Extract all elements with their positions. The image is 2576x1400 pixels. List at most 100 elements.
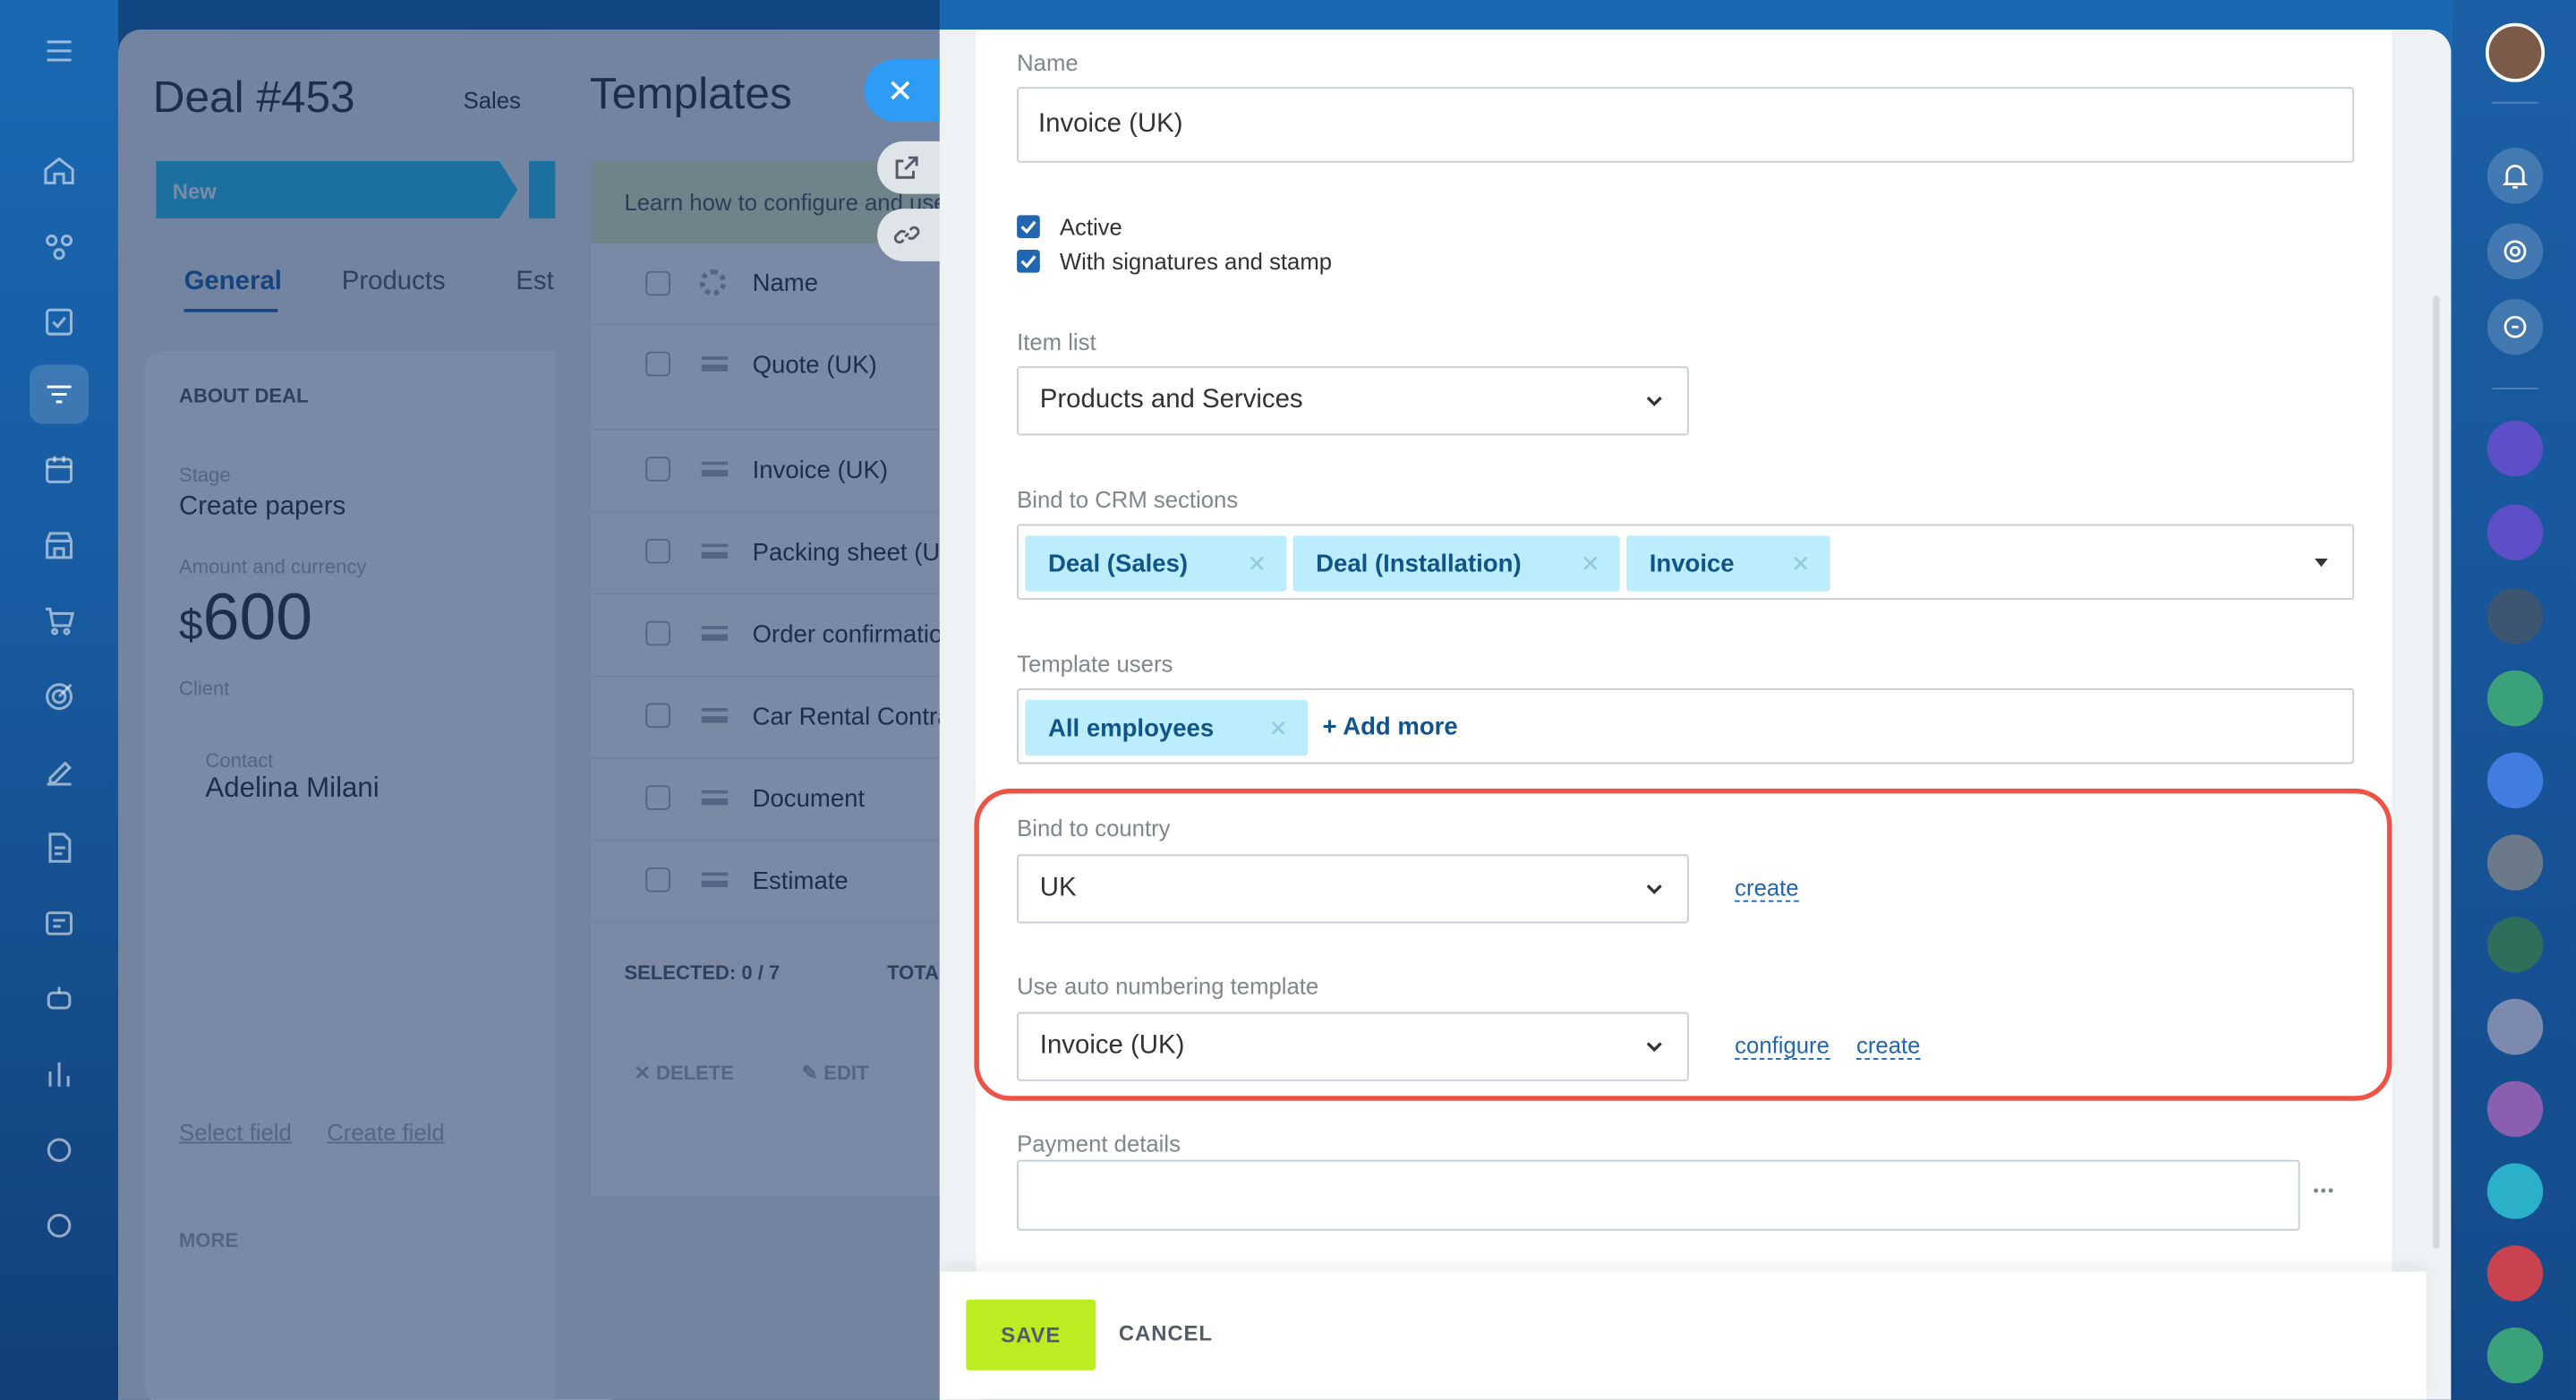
row-checkbox[interactable] [645,620,670,646]
drag-handle-icon[interactable] [701,543,729,559]
gear-icon[interactable] [699,269,727,296]
stage-new[interactable]: New [156,160,518,219]
remove-tag-icon[interactable]: ✕ [1268,714,1288,742]
user-tag[interactable]: All employees ✕ [1025,699,1308,756]
menu-icon[interactable] [30,21,89,81]
template-name[interactable]: Invoice (UK) [753,457,888,484]
contact-name[interactable]: Adelina Milani [205,773,379,806]
filter-icon[interactable] [30,364,90,424]
payment-details-input[interactable] [1017,1159,2300,1231]
drag-handle-icon[interactable] [701,356,729,371]
remove-tag-icon[interactable]: ✕ [1581,551,1600,578]
remove-tag-icon[interactable]: ✕ [1791,551,1811,578]
row-checkbox[interactable] [645,703,670,729]
bell-icon[interactable] [2486,148,2544,204]
crm-tag[interactable]: Deal (Installation) ✕ [1292,535,1620,592]
chat-avatar[interactable] [2486,1163,2544,1219]
select-all-checkbox[interactable] [645,270,670,296]
row-checkbox[interactable] [645,539,670,564]
row-checkbox[interactable] [645,457,670,482]
drag-handle-icon[interactable] [701,626,729,641]
template-name[interactable]: Order confirmation [753,621,957,649]
table-row[interactable]: Car Rental Contract [591,677,983,759]
analytics-icon[interactable] [30,1045,89,1104]
template-users-selector[interactable]: All employees ✕ + Add more [1017,688,2355,764]
signatures-checkbox[interactable] [1017,249,1040,273]
settings-icon[interactable] [30,1121,89,1180]
chat-avatar[interactable] [2486,504,2544,560]
tab-products[interactable]: Products [342,268,446,297]
template-settings-slider: Name Invoice (UK) Active With signatures… [939,30,2452,1400]
row-checkbox[interactable] [645,867,670,892]
drag-handle-icon[interactable] [701,708,729,723]
name-input[interactable]: Invoice (UK) [1017,87,2355,163]
row-checkbox[interactable] [645,351,670,377]
inbox-icon[interactable] [30,893,89,952]
tab-estimates[interactable]: Est [516,268,553,297]
chat-avatar[interactable] [2486,588,2544,645]
crm-tag[interactable]: Invoice ✕ [1626,535,1830,592]
docs-icon[interactable] [30,818,89,877]
tab-general[interactable]: General [184,268,282,297]
remove-tag-icon[interactable]: ✕ [1248,551,1267,578]
cancel-button[interactable]: CANCEL [1119,1321,1213,1346]
table-row[interactable]: Document [591,759,983,841]
template-name[interactable]: Quote (UK) [753,352,877,380]
chat-avatar[interactable] [2486,670,2544,727]
dropdown-arrow-icon[interactable] [2313,557,2329,570]
chat-avatar[interactable] [2486,1245,2544,1302]
chat-avatar[interactable] [2486,834,2544,891]
add-more-link[interactable]: + Add more [1322,713,1457,741]
item-list-select[interactable]: Products and Services [1017,366,1689,436]
open-new-window-button[interactable] [877,141,947,194]
calendar-icon[interactable] [30,440,89,499]
search-chat-icon[interactable] [2486,299,2544,355]
sign-icon[interactable] [30,743,89,802]
row-checkbox[interactable] [645,785,670,810]
template-users-label: Template users [1017,650,1173,678]
help-icon[interactable] [30,1196,89,1255]
close-slider-button[interactable] [864,59,947,122]
user-avatar[interactable] [2485,22,2546,82]
bookmark-icon[interactable] [2486,752,2544,809]
chat-avatar[interactable] [2486,917,2544,973]
copilot-icon[interactable] [2486,223,2544,280]
pipeline-selector[interactable]: Sales [464,87,521,113]
drag-handle-icon[interactable] [701,872,729,888]
delete-button[interactable]: ✕ DELETE [634,1062,733,1085]
table-row[interactable]: Order confirmation [591,594,983,678]
active-checkbox[interactable] [1017,215,1040,239]
table-row[interactable]: Packing sheet (UK) [591,513,983,595]
crm-tag[interactable]: Deal (Sales) ✕ [1025,535,1287,592]
robot-icon[interactable] [30,969,89,1029]
cart-icon[interactable] [30,592,89,651]
close-icon [891,81,910,100]
chat-avatar[interactable] [2486,1327,2544,1384]
scrollbar[interactable] [2433,295,2440,1249]
table-row[interactable]: Quote (UK) [591,325,983,431]
table-row[interactable]: Estimate [591,841,983,924]
template-name[interactable]: Car Rental Contract [753,704,970,731]
crm-icon[interactable] [30,217,89,276]
home-icon[interactable] [30,141,89,201]
template-name[interactable]: Estimate [753,867,849,895]
save-button[interactable]: SAVE [966,1299,1096,1370]
copy-link-button[interactable] [877,209,947,261]
drag-handle-icon[interactable] [701,461,729,477]
more-options-icon[interactable]: ••• [2313,1182,2335,1200]
select-field-link[interactable]: Select field [179,1119,292,1145]
edit-button[interactable]: ✎ EDIT [802,1062,869,1085]
table-row[interactable]: Invoice (UK) [591,431,983,513]
target-icon[interactable] [30,667,89,726]
template-name[interactable]: Document [753,785,865,813]
template-name[interactable]: Packing sheet (UK) [753,539,965,567]
chat-avatar[interactable] [2486,998,2544,1055]
create-field-link[interactable]: Create field [327,1119,444,1145]
chat-avatar[interactable] [2486,420,2544,477]
more-section[interactable]: MORE [179,1229,238,1252]
drag-handle-icon[interactable] [701,790,729,806]
tasks-icon[interactable] [30,293,89,352]
crm-sections-selector[interactable]: Deal (Sales) ✕ Deal (Installation) ✕ Invoi… [1017,524,2355,600]
tasks-chat-icon[interactable] [2486,1080,2544,1138]
store-icon[interactable] [30,516,89,575]
